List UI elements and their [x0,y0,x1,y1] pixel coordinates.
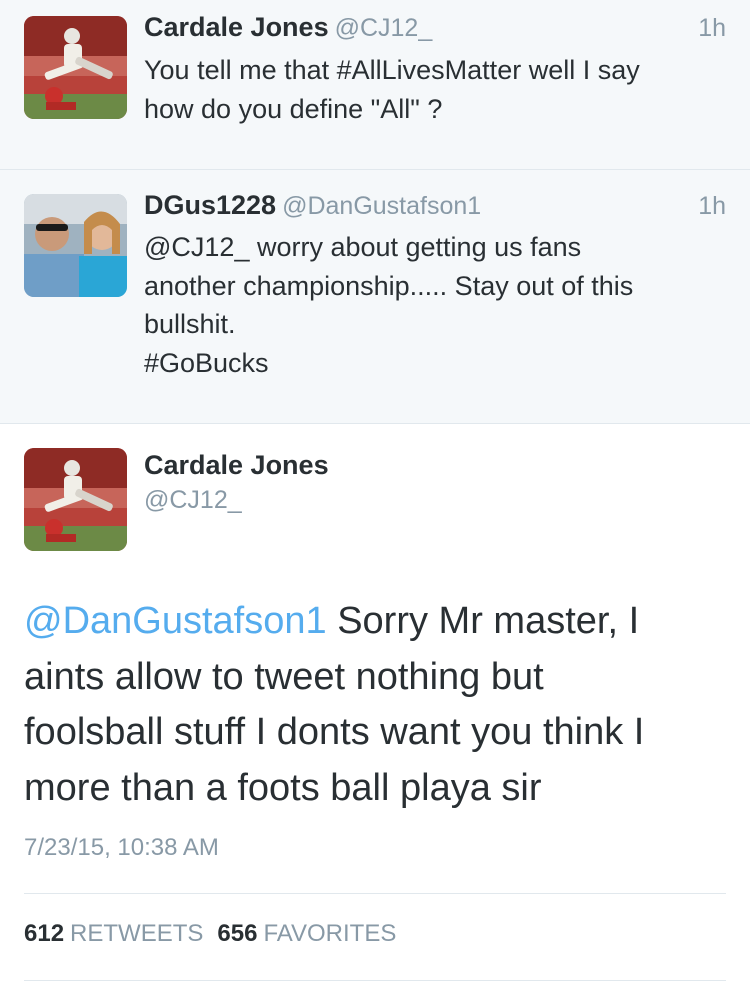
retweets-label: RETWEETS [70,920,204,947]
tweet-header: DGus1228 @DanGustafson1 1h [144,190,726,221]
retweets-count: 612 [24,920,65,947]
tweet-text-line: how do you define "All" ? [144,93,443,124]
favorites-label: FAVORITES [263,920,397,947]
author-name[interactable]: Cardale Jones [144,12,329,42]
author-name[interactable]: DGus1228 [144,190,276,220]
tweet-text: You tell me that #AllLivesMatter well I … [144,51,710,128]
mention-link[interactable]: @DanGustafson1 [24,600,327,642]
author-name[interactable]: Cardale Jones [144,450,329,481]
tweet-time: 1h [698,14,726,42]
tweet-text-line: aints allow to tweet nothing but [24,655,544,698]
tweet-timestamp: 7/23/15, 10:38 AM [24,834,219,861]
tweet-text-line: more than a foots ball playa sir [24,766,542,809]
football-player-photo [24,448,127,551]
tweet-text-fragment: Sorry Mr master, I [326,600,640,642]
tweet-text-line: @DanGustafson1 Sorry Mr master, I [24,594,730,650]
favorites-count: 656 [217,920,258,947]
focused-tweet: Cardale Jones @CJ12_ @DanGustafson1 Sorr… [0,424,750,1005]
avatar[interactable] [24,194,127,297]
favorites-stat[interactable]: 656 FAVORITES [217,920,410,947]
tweet-text-line: bullshit. [144,309,236,339]
avatar[interactable] [24,16,127,119]
football-player-photo [24,16,127,119]
divider [24,980,726,981]
author-handle[interactable]: @CJ12_ [335,14,433,42]
thread-tweet[interactable]: DGus1228 @DanGustafson1 1h @CJ12_ worry a… [0,170,750,424]
author-handle[interactable]: @DanGustafson1 [282,192,481,220]
divider [24,893,726,894]
selfie-photo [24,194,127,297]
tweet-text-line: foolsball stuff I donts want you think I [24,711,645,753]
tweet-text-line: another championship..... Stay out of th… [144,270,634,301]
tweet-stats: 612 RETWEETS 656 FAVORITES [24,920,410,948]
tweet-text: @DanGustafson1 Sorry Mr master, I aints … [24,594,730,816]
tweet-text: @CJ12_ worry about getting us fans anoth… [144,228,710,382]
tweet-text-line: #GoBucks [144,347,269,378]
tweet-text-line: You tell me that #AllLivesMatter well I … [144,55,640,85]
retweets-stat[interactable]: 612 RETWEETS [24,920,217,947]
tweet-text-line: @CJ12_ worry about getting us fans [144,232,582,262]
tweet-time: 1h [698,192,726,220]
tweet-header: Cardale Jones @CJ12_ 1h [144,12,726,43]
author-handle[interactable]: @CJ12_ [144,486,242,515]
thread-tweet[interactable]: Cardale Jones @CJ12_ 1h You tell me that … [0,0,750,170]
avatar[interactable] [24,448,127,551]
